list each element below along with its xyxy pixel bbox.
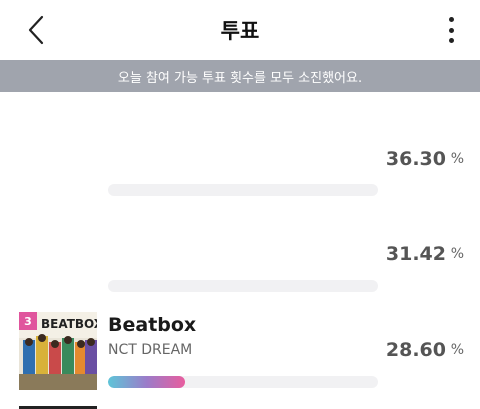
app-header: 투표 [0,0,480,60]
album-cover [19,120,97,198]
vote-progress-bar [108,376,378,388]
album-cover [19,216,97,294]
album-cover: BEATBOX 3 [19,312,97,390]
vote-percent: 31.42 [385,243,446,265]
rank-badge: 3 [19,312,37,330]
more-options-button[interactable] [444,14,458,46]
vote-progress-bar [108,184,378,196]
vote-percent: 36.30 [385,148,446,170]
vote-progress-bar [108,280,378,292]
vote-progress-fill [108,184,206,196]
percent-unit: % [450,246,464,262]
song-title: Beatbox [108,314,197,336]
vote-limit-notice: 오늘 참여 가능 투표 횟수를 모두 소진했어요. [0,60,480,92]
vote-percent: 28.60 [385,339,446,361]
vote-list-item[interactable]: 36.30 % [0,112,480,208]
vote-progress-fill [108,280,193,292]
svg-text:BEATBOX: BEATBOX [41,317,97,331]
artist-name: NCT DREAM [108,342,193,358]
vertical-ellipsis-icon [448,17,454,22]
vote-list-item[interactable]: BEATBOX 3 Beatbox NCT DREAM 28.60 % [0,304,480,400]
vote-list-item[interactable]: 31.42 % [0,208,480,304]
notice-text: 오늘 참여 가능 투표 횟수를 모두 소진했어요. [117,70,363,86]
page-title: 투표 [220,19,260,43]
percent-unit: % [450,151,464,167]
percent-unit: % [450,342,464,358]
vote-progress-fill [108,376,186,388]
